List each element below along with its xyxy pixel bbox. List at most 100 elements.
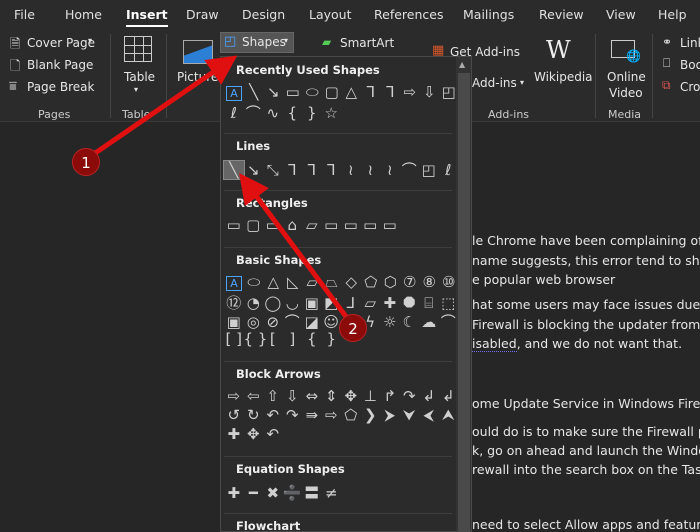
bookmark-button[interactable]: Boo <box>680 58 700 72</box>
shape-icon[interactable]: ≀ <box>361 161 381 179</box>
shape-icon[interactable]: ↲ <box>419 387 439 405</box>
wikipedia-button[interactable]: Wikipedia <box>534 70 593 84</box>
shape-icon[interactable]: ⇛ <box>302 406 322 424</box>
shape-icon[interactable]: ⑫ <box>224 292 244 313</box>
dropdown-scrollbar[interactable]: ▲ <box>456 57 471 531</box>
shape-icon[interactable]: ≠ <box>322 484 342 502</box>
link-button[interactable]: Link <box>680 36 700 50</box>
shape-icon[interactable]: ▱ <box>361 294 381 312</box>
shape-icon[interactable]: ▱ <box>302 216 322 234</box>
shape-icon[interactable]: ❯ <box>361 406 381 424</box>
shape-icon[interactable]: ▢ <box>244 216 264 234</box>
shape-icon[interactable]: ⅂ <box>361 83 381 101</box>
shape-icon[interactable]: ▭ <box>341 216 361 234</box>
shape-icon[interactable]: ↶ <box>263 425 283 443</box>
shape-icon[interactable]: ⅃ <box>341 294 361 312</box>
shape-icon[interactable]: ▣ <box>302 294 322 312</box>
shape-icon[interactable]: ✥ <box>341 387 361 405</box>
shape-icon[interactable]: ↘ <box>244 161 264 179</box>
smartart-button[interactable]: SmartArt <box>340 36 394 50</box>
shape-icon[interactable]: ⇨ <box>400 83 420 101</box>
shape-icon[interactable]: ☾ <box>400 313 420 331</box>
shape-icon[interactable]: { <box>302 330 322 348</box>
shape-icon[interactable]: ◩ <box>322 294 342 312</box>
shape-icon[interactable]: ▭ <box>322 216 342 234</box>
shape-icon[interactable]: [ ] <box>224 330 244 348</box>
shape-icon[interactable]: ☁ <box>419 313 439 331</box>
document-page[interactable]: le Chrome have been complaining of la nam… <box>472 122 700 532</box>
shape-icon[interactable]: ⅂ <box>302 161 322 179</box>
shape-icon[interactable]: ↱ <box>380 387 400 405</box>
shape-icon[interactable]: ℓ <box>224 104 244 122</box>
shape-icon[interactable]: ╲ <box>244 83 264 101</box>
shape-icon[interactable]: } <box>322 330 342 348</box>
shape-icon[interactable]: ◺ <box>283 273 303 291</box>
shape-icon[interactable]: ⮞ <box>380 406 400 424</box>
shape-icon[interactable]: ↶ <box>263 406 283 424</box>
shape-icon[interactable]: ⅂ <box>381 83 401 101</box>
shape-icon[interactable]: ↷ <box>283 406 303 424</box>
shape-icon[interactable]: ⮜ <box>419 406 439 424</box>
shape-icon[interactable]: ⑦ <box>400 273 420 291</box>
shape-icon[interactable]: ⇕ <box>322 387 342 405</box>
pictures-button[interactable]: Pictures <box>177 70 225 84</box>
tab-references[interactable]: References <box>374 7 443 22</box>
shape-icon[interactable]: ➗ <box>283 484 303 502</box>
shape-icon[interactable]: ⊘ <box>263 313 283 331</box>
shape-icon[interactable]: ☆ <box>322 104 342 122</box>
shape-icon[interactable]: ⅂ <box>322 161 342 179</box>
online-video-button[interactable]: Online <box>607 70 646 84</box>
shape-icon[interactable]: ⊥ <box>361 387 381 405</box>
shape-icon[interactable]: ⬡ <box>381 273 401 291</box>
shape-icon[interactable]: ▱ <box>303 273 323 291</box>
shape-icon[interactable]: △ <box>342 83 362 101</box>
shape-icon[interactable]: A <box>226 86 242 101</box>
shape-icon[interactable]: { <box>283 104 303 122</box>
shape-icon[interactable]: ] <box>283 330 303 348</box>
shape-icon[interactable]: ▢ <box>322 83 342 101</box>
shape-icon[interactable]: ↻ <box>244 406 264 424</box>
shape-icon[interactable]: ⇨ <box>322 406 342 424</box>
scrollbar-thumb[interactable] <box>458 73 470 531</box>
shape-icon[interactable]: ⌂ <box>283 216 303 234</box>
tab-view[interactable]: View <box>606 7 636 22</box>
shape-icon[interactable]: ◇ <box>342 273 362 291</box>
shape-icon[interactable]: ━ <box>244 484 264 502</box>
shape-icon[interactable]: ⇔ <box>302 387 322 405</box>
shape-icon[interactable]: ⮟ <box>400 406 420 424</box>
shape-icon[interactable]: ✥ <box>244 425 264 443</box>
shape-icon[interactable]: ∿ <box>263 104 283 122</box>
shape-icon[interactable]: ⇩ <box>283 387 303 405</box>
tab-review[interactable]: Review <box>539 7 584 22</box>
shape-icon[interactable]: ↺ <box>224 406 244 424</box>
shape-icon[interactable]: ⬭ <box>244 273 264 291</box>
scroll-up-icon[interactable]: ▲ <box>459 60 465 69</box>
shape-icon[interactable]: ▭ <box>283 83 303 101</box>
shape-icon[interactable]: ⑧ <box>420 273 440 291</box>
tab-help[interactable]: Help <box>658 7 687 22</box>
tab-layout[interactable]: Layout <box>309 7 352 22</box>
shape-icon[interactable]: ⌒ <box>244 102 264 123</box>
shape-icon[interactable]: ⌸ <box>419 294 439 312</box>
shape-icon[interactable]: ⇧ <box>263 387 283 405</box>
shape-icon[interactable]: ✚ <box>224 425 244 443</box>
tab-draw[interactable]: Draw <box>186 7 219 22</box>
my-addins-button[interactable]: Add-ins <box>472 76 517 90</box>
shape-icon[interactable]: ⇩ <box>420 83 440 101</box>
shape-icon[interactable]: ⇨ <box>224 387 244 405</box>
shape-icon[interactable]: ✚ <box>380 294 400 312</box>
shape-icon[interactable]: ◔ <box>244 294 264 312</box>
blank-page-button[interactable]: Blank Page <box>27 58 93 72</box>
shape-icon[interactable]: ⯃ <box>400 294 420 312</box>
shape-icon[interactable]: ▭ <box>263 216 283 234</box>
cross-reference-button[interactable]: Cro <box>680 80 700 94</box>
shape-icon[interactable]: A <box>226 276 242 291</box>
shape-icon[interactable]: ◰ <box>419 161 439 179</box>
shape-icon[interactable]: ◎ <box>244 313 264 331</box>
shape-icon[interactable]: ≀ <box>380 161 400 179</box>
shape-icon[interactable]: ✚ <box>224 484 244 502</box>
tab-insert[interactable]: Insert <box>126 7 168 27</box>
shape-icon[interactable]: ◪ <box>302 313 322 331</box>
shape-icon[interactable]: ⅂ <box>283 161 303 179</box>
shape-icon[interactable]: ⌒ <box>283 311 303 332</box>
